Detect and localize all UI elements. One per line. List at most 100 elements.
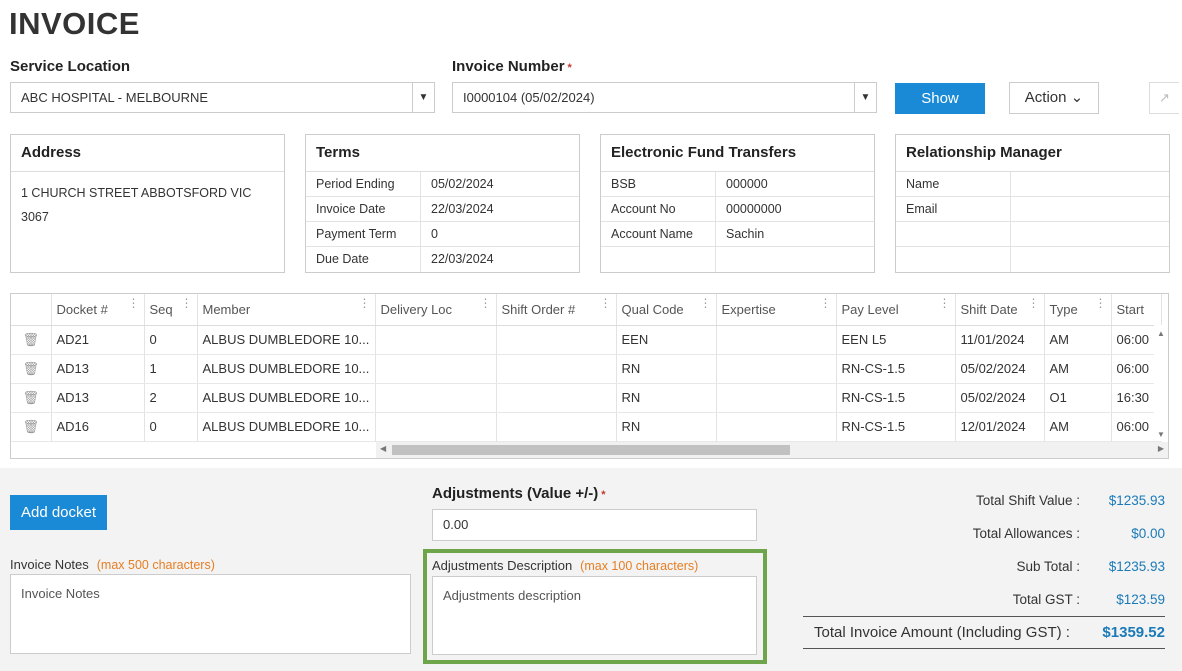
trash-icon[interactable]: 🗑 [11, 325, 52, 355]
totals-divider [803, 648, 1165, 649]
manager-row: Email [896, 197, 1169, 222]
total-allowances-value: $0.00 [1131, 526, 1165, 541]
horizontal-scrollbar[interactable]: ◀ ▶ [376, 442, 1168, 458]
manager-row: Name [896, 172, 1169, 197]
adjustments-label: Adjustments (Value +/-) * [432, 485, 606, 502]
column-menu-icon[interactable]: ⋮ [359, 297, 371, 309]
column-menu-icon[interactable]: ⋮ [600, 297, 612, 309]
cell-seq: 1 [144, 354, 198, 384]
scroll-up-icon[interactable]: ▲ [1157, 329, 1165, 338]
chevron-down-icon[interactable]: ▼ [854, 83, 876, 112]
cell-delivery-loc [375, 412, 497, 442]
table-row[interactable]: 🗑 AD16 0 ALBUS DUMBLEDORE 10... RN RN-CS… [11, 412, 1162, 442]
column-header-shift-date[interactable]: Shift Date ⋮ [955, 294, 1045, 326]
cell-expertise [716, 412, 837, 442]
column-header-seq[interactable]: Seq ⋮ [144, 294, 198, 326]
chevron-down-icon[interactable]: ▼ [412, 83, 434, 112]
table-row[interactable]: 🗑 AD13 1 ALBUS DUMBLEDORE 10... RN RN-CS… [11, 354, 1162, 384]
expand-icon[interactable]: ↗ [1149, 82, 1179, 114]
trash-icon[interactable]: 🗑 [11, 383, 52, 413]
eft-row [601, 247, 874, 272]
invoice-notes-textarea[interactable]: Invoice Notes [10, 574, 411, 654]
manager-value [1011, 172, 1169, 196]
column-header-member[interactable]: Member ⋮ [197, 294, 376, 326]
total-shift-value-label: Total Shift Value : [975, 493, 1080, 508]
eft-value: 000000 [726, 177, 768, 191]
cell-shift-order [496, 354, 617, 384]
terms-row: Payment Term 0 [306, 222, 579, 247]
vertical-scrollbar[interactable]: ▲ ▼ [1154, 325, 1168, 441]
cell-pay-level: RN-CS-1.5 [836, 412, 956, 442]
table-row[interactable]: 🗑 AD13 2 ALBUS DUMBLEDORE 10... RN RN-CS… [11, 383, 1162, 413]
column-header-start[interactable]: Start [1111, 294, 1162, 326]
invoice-number-value: I0000104 (05/02/2024) [463, 90, 595, 105]
sub-total-label: Sub Total : [1016, 559, 1080, 574]
column-header-pay-level[interactable]: Pay Level ⋮ [836, 294, 956, 326]
column-header-label: Member [202, 301, 251, 317]
column-menu-icon[interactable]: ⋮ [700, 297, 712, 309]
column-menu-icon[interactable]: ⋮ [939, 297, 951, 309]
cell-delivery-loc [375, 383, 497, 413]
eft-title: Electronic Fund Transfers [601, 135, 874, 172]
cell-docket: AD13 [51, 383, 145, 413]
adjustments-description-label: Adjustments Description (max 100 characte… [432, 558, 698, 573]
column-menu-icon[interactable]: ⋮ [1095, 297, 1107, 309]
cell-shift-order [496, 383, 617, 413]
column-header-shift-order[interactable]: Shift Order # ⋮ [496, 294, 617, 326]
column-menu-icon[interactable]: ⋮ [820, 297, 832, 309]
cell-delivery-loc [375, 354, 497, 384]
eft-panel: Electronic Fund Transfers BSB 000000 Acco… [600, 134, 875, 273]
terms-row: Invoice Date 22/03/2024 [306, 197, 579, 222]
column-header-expertise[interactable]: Expertise ⋮ [716, 294, 837, 326]
total-shift-value: $1235.93 [1108, 493, 1165, 508]
terms-key: Payment Term [306, 222, 421, 246]
cell-expertise [716, 325, 837, 355]
trash-icon[interactable]: 🗑 [11, 412, 52, 442]
add-docket-button[interactable]: Add docket [10, 495, 107, 530]
action-dropdown-button[interactable]: Action ⌄ [1009, 82, 1099, 114]
column-menu-icon[interactable]: ⋮ [128, 297, 140, 309]
sub-total-value: $1235.93 [1108, 559, 1165, 574]
table-row[interactable]: 🗑 AD21 0 ALBUS DUMBLEDORE 10... EEN EEN … [11, 325, 1162, 355]
sub-total-row: Sub Total : $1235.93 [803, 559, 1165, 577]
cell-pay-level: RN-CS-1.5 [836, 383, 956, 413]
terms-row: Period Ending 05/02/2024 [306, 172, 579, 197]
adjustments-value-input[interactable]: 0.00 [432, 509, 757, 541]
column-header-type[interactable]: Type ⋮ [1044, 294, 1112, 326]
total-allowances-row: Total Allowances : $0.00 [803, 526, 1165, 544]
column-header-label: Seq [149, 301, 173, 317]
grand-total-row: Total Invoice Amount (Including GST) : $… [803, 624, 1165, 644]
scroll-down-icon[interactable]: ▼ [1157, 430, 1165, 439]
cell-pay-level: RN-CS-1.5 [836, 354, 956, 384]
total-gst-row: Total GST : $123.59 [803, 592, 1165, 610]
scroll-right-icon[interactable]: ▶ [1158, 444, 1164, 453]
manager-key [896, 247, 1011, 272]
total-gst-label: Total GST : [1012, 592, 1080, 607]
column-header-label: Docket # [56, 301, 108, 317]
column-menu-icon[interactable]: ⋮ [480, 297, 492, 309]
cell-qual-code: RN [616, 383, 717, 413]
eft-key [601, 247, 716, 272]
terms-panel: Terms Period Ending 05/02/2024 Invoice Da… [305, 134, 580, 273]
terms-row: Due Date 22/03/2024 [306, 247, 579, 272]
cell-qual-code: EEN [616, 325, 717, 355]
trash-icon[interactable]: 🗑 [11, 354, 52, 384]
terms-value: 05/02/2024 [431, 177, 494, 191]
invoice-number-select[interactable]: I0000104 (05/02/2024) ▼ [452, 82, 877, 113]
cell-shift-order [496, 412, 617, 442]
show-button[interactable]: Show [895, 83, 985, 114]
adjustments-description-textarea[interactable]: Adjustments description [432, 576, 757, 655]
column-header-docket[interactable]: Docket # ⋮ [51, 294, 145, 326]
eft-key: Account No [601, 197, 716, 221]
column-header-qual-code[interactable]: Qual Code ⋮ [616, 294, 717, 326]
scroll-left-icon[interactable]: ◀ [380, 444, 386, 453]
scrollbar-thumb[interactable] [392, 445, 790, 455]
column-menu-icon[interactable]: ⋮ [1028, 297, 1040, 309]
column-header-delivery-loc[interactable]: Delivery Loc ⋮ [375, 294, 497, 326]
column-header-select [11, 294, 52, 326]
required-marker: * [601, 489, 606, 501]
address-title: Address [11, 135, 284, 172]
service-location-select[interactable]: ABC HOSPITAL - MELBOURNE ▼ [10, 82, 435, 113]
column-menu-icon[interactable]: ⋮ [181, 297, 193, 309]
eft-key: BSB [601, 172, 716, 196]
